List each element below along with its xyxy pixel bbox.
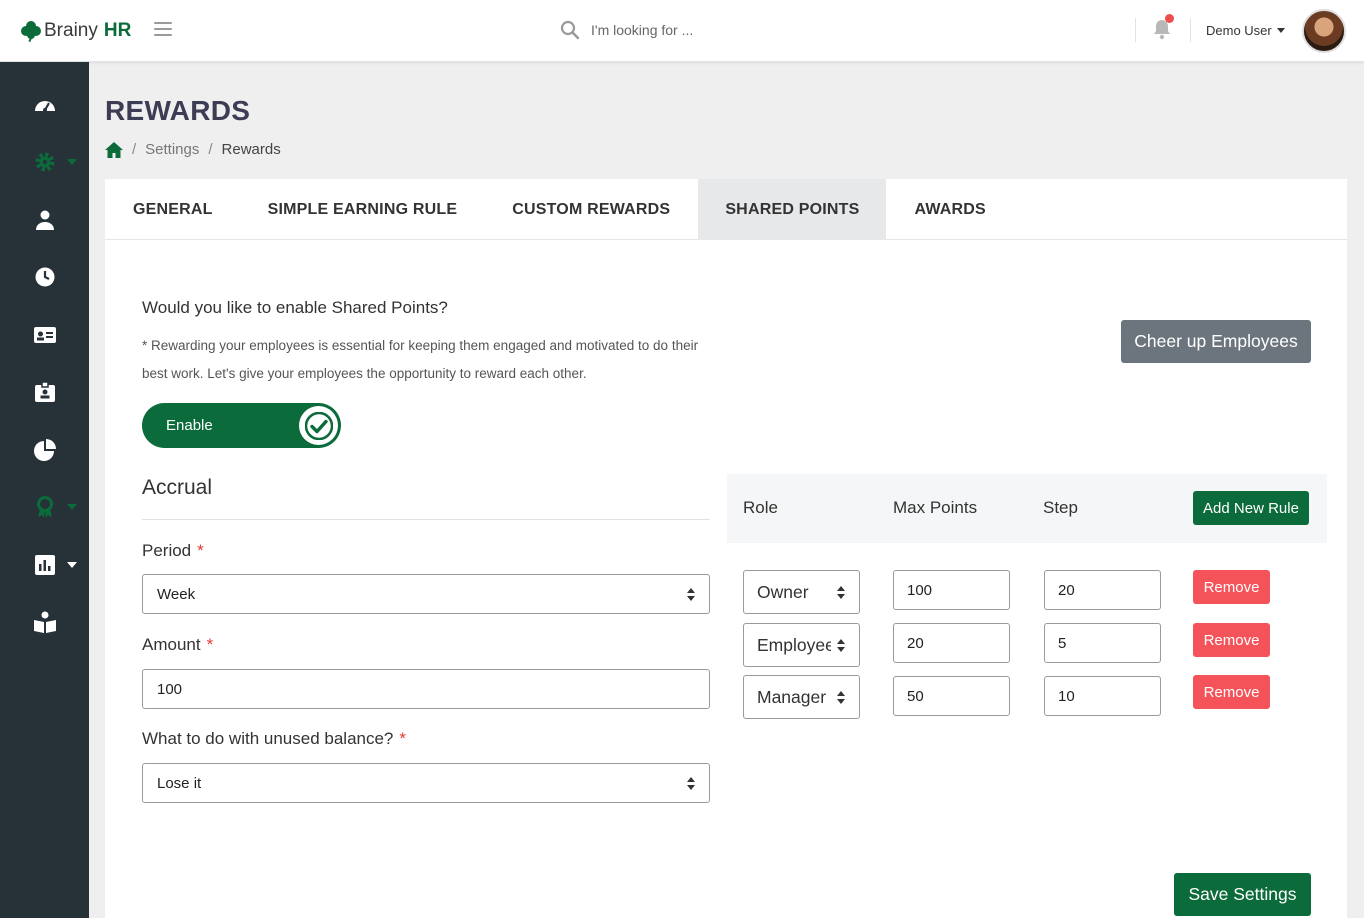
select-arrows-icon xyxy=(837,639,845,653)
period-label: Period * xyxy=(142,541,204,560)
notification-dot xyxy=(1165,14,1174,23)
rule-step-input[interactable] xyxy=(1044,676,1161,716)
toggle-label: Enable xyxy=(166,417,213,434)
sidebar-item-dashboard[interactable] xyxy=(0,85,89,125)
required-mark: * xyxy=(399,729,407,748)
tab-awards[interactable]: AWARDS xyxy=(886,179,1013,240)
chevron-down-icon xyxy=(67,159,77,165)
remove-rule-button[interactable]: Remove xyxy=(1193,675,1270,709)
search-icon[interactable] xyxy=(560,20,579,39)
search-bar xyxy=(560,20,811,39)
main-content: REWARDS / Settings / Rewards GENERAL SIM… xyxy=(89,62,1364,918)
chevron-down-icon xyxy=(67,562,77,568)
rule-role-select[interactable]: Manager xyxy=(743,675,860,719)
user-name: Demo User xyxy=(1206,23,1272,38)
sidebar-item-training[interactable] xyxy=(0,602,89,642)
tab-simple-earning-rule[interactable]: SIMPLE EARNING RULE xyxy=(241,179,485,240)
select-arrows-icon xyxy=(687,588,695,602)
check-icon xyxy=(299,406,338,445)
clover-icon xyxy=(21,21,41,42)
settings-icon xyxy=(35,152,54,172)
user-menu[interactable]: Demo User xyxy=(1206,23,1285,38)
unused-balance-label: What to do with unused balance? * xyxy=(142,729,407,748)
amount-label: Amount * xyxy=(142,635,214,654)
tab-bar: GENERAL SIMPLE EARNING RULE CUSTOM REWAR… xyxy=(105,179,1347,240)
settings-card: GENERAL SIMPLE EARNING RULE CUSTOM REWAR… xyxy=(105,179,1347,918)
report-icon xyxy=(34,555,55,575)
select-arrows-icon xyxy=(837,586,845,600)
sidebar-item-reports[interactable] xyxy=(0,545,89,585)
accrual-title: Accrual xyxy=(142,476,213,499)
top-bar: BrainyHR Demo User xyxy=(0,0,1364,62)
page-title: REWARDS xyxy=(105,95,251,126)
brand-name-bold: HR xyxy=(103,20,132,41)
sidebar-item-settings[interactable] xyxy=(0,142,89,182)
enable-toggle[interactable]: Enable xyxy=(142,403,341,448)
rule-max-points-input[interactable] xyxy=(893,676,1010,716)
amount-input[interactable] xyxy=(142,669,710,709)
breadcrumb-settings[interactable]: Settings xyxy=(145,141,199,158)
training-icon xyxy=(33,611,56,633)
bell-icon[interactable] xyxy=(1152,14,1174,40)
remove-rule-button[interactable]: Remove xyxy=(1193,570,1270,604)
divider xyxy=(142,519,710,520)
max-points-header: Max Points xyxy=(893,498,978,517)
rule-max-points-input[interactable] xyxy=(893,570,1010,610)
divider xyxy=(1135,18,1136,42)
sidebar-item-badges[interactable] xyxy=(0,372,89,412)
add-new-rule-button[interactable]: Add New Rule xyxy=(1193,491,1309,525)
brand-name: Brainy xyxy=(44,20,98,41)
rule-step-input[interactable] xyxy=(1044,623,1161,663)
select-arrows-icon xyxy=(687,777,695,791)
required-mark: * xyxy=(206,635,214,654)
award-icon xyxy=(36,496,53,518)
enable-question: Would you like to enable Shared Points? xyxy=(142,298,448,317)
required-mark: * xyxy=(197,541,204,560)
sidebar-item-time[interactable] xyxy=(0,257,89,297)
unused-balance-select[interactable]: Lose it xyxy=(142,763,710,803)
dashboard-icon xyxy=(34,101,55,112)
tab-custom-rewards[interactable]: CUSTOM REWARDS xyxy=(484,179,698,240)
select-arrows-icon xyxy=(837,691,845,705)
sidebar-item-rewards[interactable] xyxy=(0,487,89,527)
badge-icon xyxy=(34,381,55,402)
chevron-down-icon xyxy=(67,504,77,510)
sidebar-item-analytics[interactable] xyxy=(0,430,89,470)
cheer-up-employees-button[interactable]: Cheer up Employees xyxy=(1121,320,1311,363)
tab-general[interactable]: GENERAL xyxy=(105,179,241,240)
pie-chart-icon xyxy=(33,439,56,461)
rule-role-select[interactable]: Employee xyxy=(743,623,860,667)
employee-icon xyxy=(35,210,54,230)
id-card-icon xyxy=(33,327,56,343)
brand-logo[interactable]: Brainy HR xyxy=(20,18,131,44)
rules-header: Role Max Points Step Add New Rule xyxy=(727,474,1327,543)
step-header: Step xyxy=(1043,498,1078,517)
search-input[interactable] xyxy=(591,21,811,38)
save-settings-button[interactable]: Save Settings xyxy=(1174,873,1311,916)
sidebar-item-employees[interactable] xyxy=(0,200,89,240)
period-select[interactable]: Week xyxy=(142,574,710,614)
role-header: Role xyxy=(743,498,778,517)
divider xyxy=(1190,18,1191,42)
avatar[interactable] xyxy=(1302,9,1346,53)
breadcrumb: / Settings / Rewards xyxy=(105,141,281,158)
rule-role-select[interactable]: Owner xyxy=(743,570,860,614)
sidebar xyxy=(0,62,89,918)
tab-shared-points[interactable]: SHARED POINTS xyxy=(698,179,887,240)
menu-toggle-icon[interactable] xyxy=(154,22,172,38)
breadcrumb-rewards: Rewards xyxy=(221,141,281,158)
enable-note: * Rewarding your employees is essential … xyxy=(142,338,699,381)
rule-step-input[interactable] xyxy=(1044,570,1161,610)
rule-max-points-input[interactable] xyxy=(893,623,1010,663)
chevron-down-icon xyxy=(1276,28,1285,33)
remove-rule-button[interactable]: Remove xyxy=(1193,623,1270,657)
home-icon[interactable] xyxy=(105,141,123,158)
sidebar-item-directory[interactable] xyxy=(0,315,89,355)
clock-icon xyxy=(35,267,54,287)
